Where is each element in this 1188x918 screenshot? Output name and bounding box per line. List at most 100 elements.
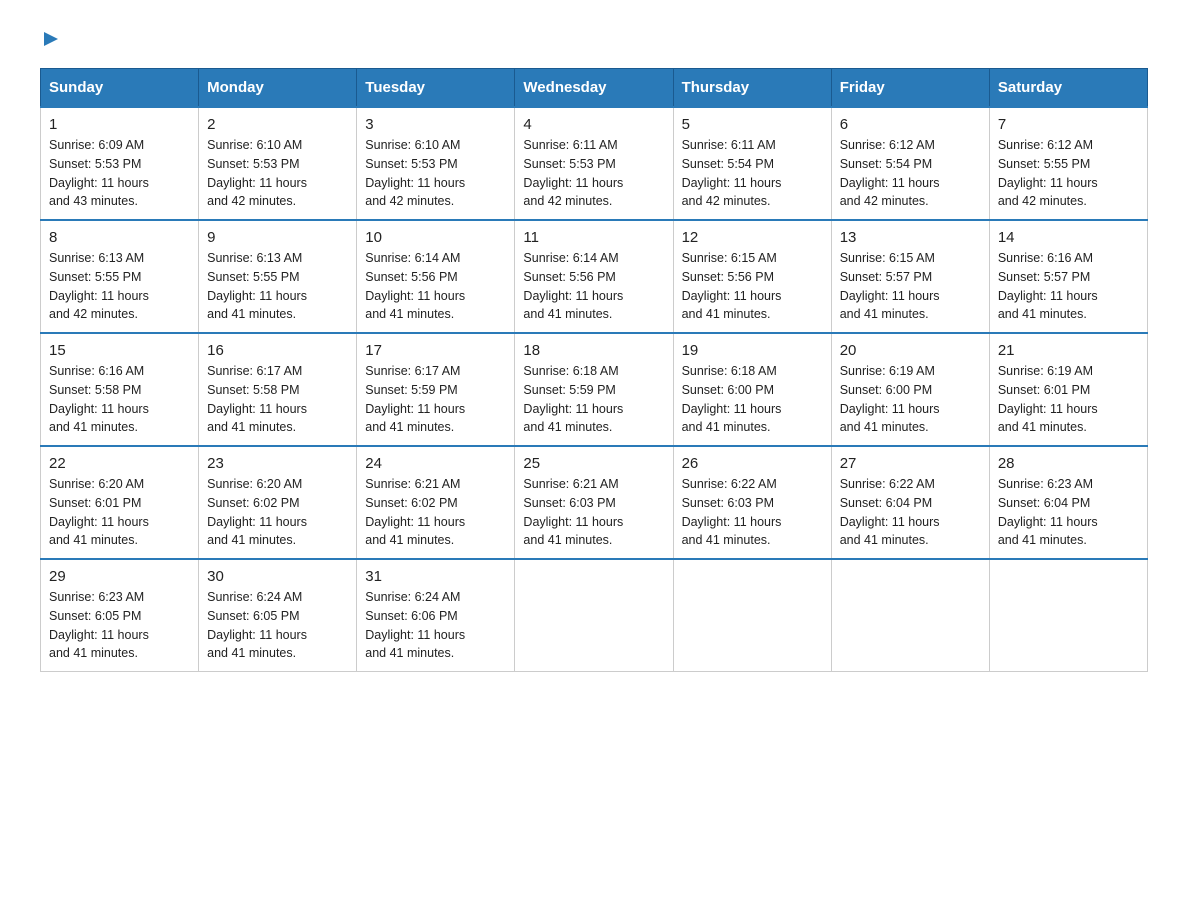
day-number: 26 [682, 455, 823, 472]
day-info: Sunrise: 6:20 AMSunset: 6:02 PMDaylight:… [207, 475, 348, 550]
day-info: Sunrise: 6:10 AMSunset: 5:53 PMDaylight:… [365, 136, 506, 211]
table-row: 9 Sunrise: 6:13 AMSunset: 5:55 PMDayligh… [199, 220, 357, 333]
table-row [673, 559, 831, 672]
table-row: 21 Sunrise: 6:19 AMSunset: 6:01 PMDaylig… [989, 333, 1147, 446]
day-info: Sunrise: 6:13 AMSunset: 5:55 PMDaylight:… [49, 249, 190, 324]
table-row: 27 Sunrise: 6:22 AMSunset: 6:04 PMDaylig… [831, 446, 989, 559]
day-number: 10 [365, 229, 506, 246]
day-number: 12 [682, 229, 823, 246]
day-info: Sunrise: 6:15 AMSunset: 5:56 PMDaylight:… [682, 249, 823, 324]
day-info: Sunrise: 6:19 AMSunset: 6:01 PMDaylight:… [998, 362, 1139, 437]
day-info: Sunrise: 6:24 AMSunset: 6:05 PMDaylight:… [207, 588, 348, 663]
day-number: 24 [365, 455, 506, 472]
table-row: 15 Sunrise: 6:16 AMSunset: 5:58 PMDaylig… [41, 333, 199, 446]
table-row [831, 559, 989, 672]
day-number: 15 [49, 342, 190, 359]
day-number: 3 [365, 116, 506, 133]
day-info: Sunrise: 6:14 AMSunset: 5:56 PMDaylight:… [523, 249, 664, 324]
header-monday: Monday [199, 69, 357, 108]
day-number: 9 [207, 229, 348, 246]
table-row [989, 559, 1147, 672]
table-row [515, 559, 673, 672]
logo [40, 30, 60, 48]
table-row: 3 Sunrise: 6:10 AMSunset: 5:53 PMDayligh… [357, 107, 515, 220]
day-number: 28 [998, 455, 1139, 472]
day-number: 16 [207, 342, 348, 359]
calendar-week-row: 8 Sunrise: 6:13 AMSunset: 5:55 PMDayligh… [41, 220, 1148, 333]
table-row: 26 Sunrise: 6:22 AMSunset: 6:03 PMDaylig… [673, 446, 831, 559]
day-number: 2 [207, 116, 348, 133]
day-number: 6 [840, 116, 981, 133]
day-number: 13 [840, 229, 981, 246]
table-row: 5 Sunrise: 6:11 AMSunset: 5:54 PMDayligh… [673, 107, 831, 220]
day-number: 19 [682, 342, 823, 359]
day-info: Sunrise: 6:11 AMSunset: 5:53 PMDaylight:… [523, 136, 664, 211]
day-number: 18 [523, 342, 664, 359]
day-number: 25 [523, 455, 664, 472]
table-row: 1 Sunrise: 6:09 AMSunset: 5:53 PMDayligh… [41, 107, 199, 220]
table-row: 28 Sunrise: 6:23 AMSunset: 6:04 PMDaylig… [989, 446, 1147, 559]
day-number: 4 [523, 116, 664, 133]
day-info: Sunrise: 6:19 AMSunset: 6:00 PMDaylight:… [840, 362, 981, 437]
day-info: Sunrise: 6:09 AMSunset: 5:53 PMDaylight:… [49, 136, 190, 211]
day-info: Sunrise: 6:22 AMSunset: 6:04 PMDaylight:… [840, 475, 981, 550]
table-row: 4 Sunrise: 6:11 AMSunset: 5:53 PMDayligh… [515, 107, 673, 220]
table-row: 13 Sunrise: 6:15 AMSunset: 5:57 PMDaylig… [831, 220, 989, 333]
table-row: 12 Sunrise: 6:15 AMSunset: 5:56 PMDaylig… [673, 220, 831, 333]
day-info: Sunrise: 6:21 AMSunset: 6:03 PMDaylight:… [523, 475, 664, 550]
day-info: Sunrise: 6:18 AMSunset: 6:00 PMDaylight:… [682, 362, 823, 437]
calendar-week-row: 15 Sunrise: 6:16 AMSunset: 5:58 PMDaylig… [41, 333, 1148, 446]
table-row: 10 Sunrise: 6:14 AMSunset: 5:56 PMDaylig… [357, 220, 515, 333]
calendar-week-row: 29 Sunrise: 6:23 AMSunset: 6:05 PMDaylig… [41, 559, 1148, 672]
table-row: 16 Sunrise: 6:17 AMSunset: 5:58 PMDaylig… [199, 333, 357, 446]
day-info: Sunrise: 6:11 AMSunset: 5:54 PMDaylight:… [682, 136, 823, 211]
table-row: 22 Sunrise: 6:20 AMSunset: 6:01 PMDaylig… [41, 446, 199, 559]
day-info: Sunrise: 6:16 AMSunset: 5:58 PMDaylight:… [49, 362, 190, 437]
day-info: Sunrise: 6:23 AMSunset: 6:05 PMDaylight:… [49, 588, 190, 663]
day-info: Sunrise: 6:23 AMSunset: 6:04 PMDaylight:… [998, 475, 1139, 550]
day-number: 11 [523, 229, 664, 246]
calendar-week-row: 1 Sunrise: 6:09 AMSunset: 5:53 PMDayligh… [41, 107, 1148, 220]
day-number: 1 [49, 116, 190, 133]
header-tuesday: Tuesday [357, 69, 515, 108]
day-number: 7 [998, 116, 1139, 133]
day-info: Sunrise: 6:20 AMSunset: 6:01 PMDaylight:… [49, 475, 190, 550]
day-number: 14 [998, 229, 1139, 246]
table-row: 8 Sunrise: 6:13 AMSunset: 5:55 PMDayligh… [41, 220, 199, 333]
header-sunday: Sunday [41, 69, 199, 108]
day-info: Sunrise: 6:17 AMSunset: 5:59 PMDaylight:… [365, 362, 506, 437]
day-info: Sunrise: 6:10 AMSunset: 5:53 PMDaylight:… [207, 136, 348, 211]
table-row: 30 Sunrise: 6:24 AMSunset: 6:05 PMDaylig… [199, 559, 357, 672]
day-number: 8 [49, 229, 190, 246]
header-saturday: Saturday [989, 69, 1147, 108]
table-row: 29 Sunrise: 6:23 AMSunset: 6:05 PMDaylig… [41, 559, 199, 672]
day-info: Sunrise: 6:15 AMSunset: 5:57 PMDaylight:… [840, 249, 981, 324]
day-info: Sunrise: 6:12 AMSunset: 5:54 PMDaylight:… [840, 136, 981, 211]
table-row: 7 Sunrise: 6:12 AMSunset: 5:55 PMDayligh… [989, 107, 1147, 220]
table-row: 11 Sunrise: 6:14 AMSunset: 5:56 PMDaylig… [515, 220, 673, 333]
day-info: Sunrise: 6:13 AMSunset: 5:55 PMDaylight:… [207, 249, 348, 324]
table-row: 23 Sunrise: 6:20 AMSunset: 6:02 PMDaylig… [199, 446, 357, 559]
day-info: Sunrise: 6:21 AMSunset: 6:02 PMDaylight:… [365, 475, 506, 550]
day-number: 20 [840, 342, 981, 359]
calendar-header-row: Sunday Monday Tuesday Wednesday Thursday… [41, 69, 1148, 108]
day-info: Sunrise: 6:22 AMSunset: 6:03 PMDaylight:… [682, 475, 823, 550]
table-row: 18 Sunrise: 6:18 AMSunset: 5:59 PMDaylig… [515, 333, 673, 446]
day-number: 31 [365, 568, 506, 585]
table-row: 6 Sunrise: 6:12 AMSunset: 5:54 PMDayligh… [831, 107, 989, 220]
table-row: 17 Sunrise: 6:17 AMSunset: 5:59 PMDaylig… [357, 333, 515, 446]
header-thursday: Thursday [673, 69, 831, 108]
calendar-table: Sunday Monday Tuesday Wednesday Thursday… [40, 68, 1148, 672]
calendar-week-row: 22 Sunrise: 6:20 AMSunset: 6:01 PMDaylig… [41, 446, 1148, 559]
table-row: 20 Sunrise: 6:19 AMSunset: 6:00 PMDaylig… [831, 333, 989, 446]
header-friday: Friday [831, 69, 989, 108]
day-number: 5 [682, 116, 823, 133]
day-info: Sunrise: 6:12 AMSunset: 5:55 PMDaylight:… [998, 136, 1139, 211]
day-number: 29 [49, 568, 190, 585]
page-header [40, 30, 1148, 48]
day-number: 21 [998, 342, 1139, 359]
table-row: 2 Sunrise: 6:10 AMSunset: 5:53 PMDayligh… [199, 107, 357, 220]
table-row: 19 Sunrise: 6:18 AMSunset: 6:00 PMDaylig… [673, 333, 831, 446]
day-number: 22 [49, 455, 190, 472]
logo-arrow-icon [42, 30, 60, 48]
